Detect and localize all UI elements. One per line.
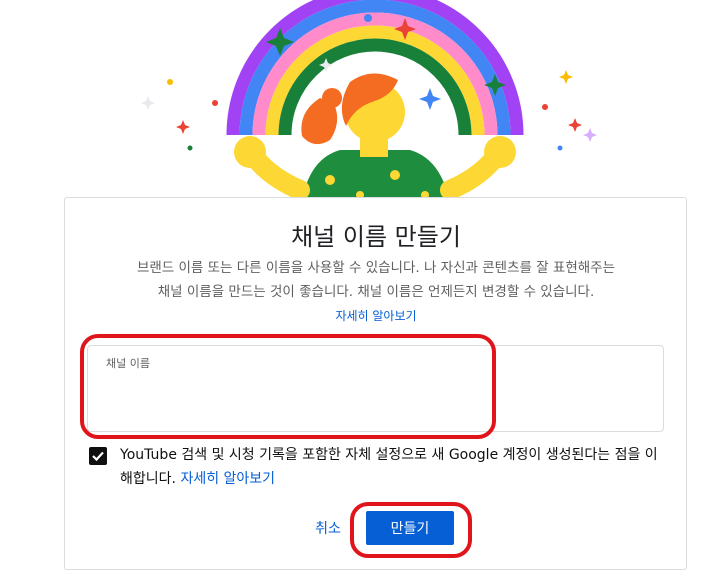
channel-name-label: 채널 이름 (106, 357, 150, 370)
consent-checkbox[interactable] (89, 447, 107, 465)
dialog-description-line-2: 채널 이름을 만드는 것이 좋습니다. 채널 이름은 언제든지 변경할 수 있습… (157, 284, 595, 300)
consent-text: YouTube 검색 및 시청 기록을 포함한 자체 설정으로 새 Google… (120, 443, 660, 491)
dialog-description-line-1: 브랜드 이름 또는 다른 이름을 사용할 수 있습니다. 나 자신과 콘텐츠를 … (136, 260, 616, 276)
rainbow-celebration-illustration (141, 0, 597, 215)
channel-name-field[interactable]: 채널 이름 (87, 345, 664, 432)
dialog-title: 채널 이름 만들기 (291, 223, 461, 251)
learn-more-link[interactable]: 자세히 알아보기 (0, 307, 721, 324)
create-button[interactable]: 만들기 (366, 511, 454, 545)
channel-name-input[interactable] (106, 378, 650, 420)
checkmark-icon (92, 451, 104, 462)
cancel-button[interactable]: 취소 (306, 513, 350, 543)
consent-learn-more-link[interactable]: 자세히 알아보기 (180, 471, 275, 487)
